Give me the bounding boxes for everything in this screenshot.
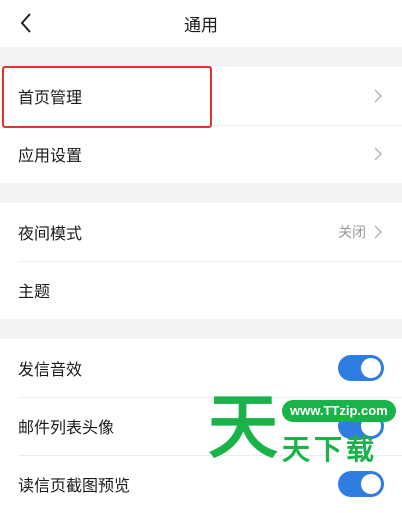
row-send-sound: 发信音效 (0, 339, 402, 397)
screenshot-preview-toggle[interactable] (338, 471, 384, 497)
row-label: 夜间模式 (18, 224, 83, 243)
row-label: 主题 (18, 282, 51, 301)
chevron-right-icon (372, 88, 384, 104)
row-value: 关闭 (338, 225, 366, 241)
row-app-settings[interactable]: 应用设置 (0, 125, 402, 183)
row-label: 邮件列表头像 (18, 418, 115, 437)
row-home-management[interactable]: 首页管理 (0, 67, 402, 125)
settings-group-1: 首页管理 应用设置 (0, 67, 402, 183)
section-divider (0, 47, 402, 67)
section-divider (0, 183, 402, 203)
settings-group-2: 夜间模式 关闭 主题 (0, 203, 402, 319)
back-arrow-icon (20, 13, 31, 33)
row-label: 读信页截图预览 (18, 476, 131, 495)
chevron-right-icon (372, 146, 384, 162)
send-sound-toggle[interactable] (338, 355, 384, 381)
row-theme[interactable]: 主题 (0, 261, 402, 319)
section-divider (0, 319, 402, 339)
toggle-knob (361, 474, 381, 494)
toggle-knob (361, 416, 381, 436)
toggle-knob (361, 358, 381, 378)
settings-group-3: 发信音效 邮件列表头像 读信页截图预览 (0, 339, 402, 513)
row-label: 首页管理 (18, 88, 83, 107)
row-mail-list-avatar: 邮件列表头像 (0, 397, 402, 455)
row-night-mode[interactable]: 夜间模式 关闭 (0, 203, 402, 261)
mail-list-avatar-toggle[interactable] (338, 413, 384, 439)
chevron-right-icon (372, 224, 384, 240)
page-title: 通用 (184, 16, 218, 36)
row-label: 应用设置 (18, 146, 83, 165)
row-label: 发信音效 (18, 360, 83, 379)
row-screenshot-preview: 读信页截图预览 (0, 455, 402, 513)
back-button[interactable] (12, 9, 40, 37)
header-bar: 通用 (0, 0, 402, 47)
